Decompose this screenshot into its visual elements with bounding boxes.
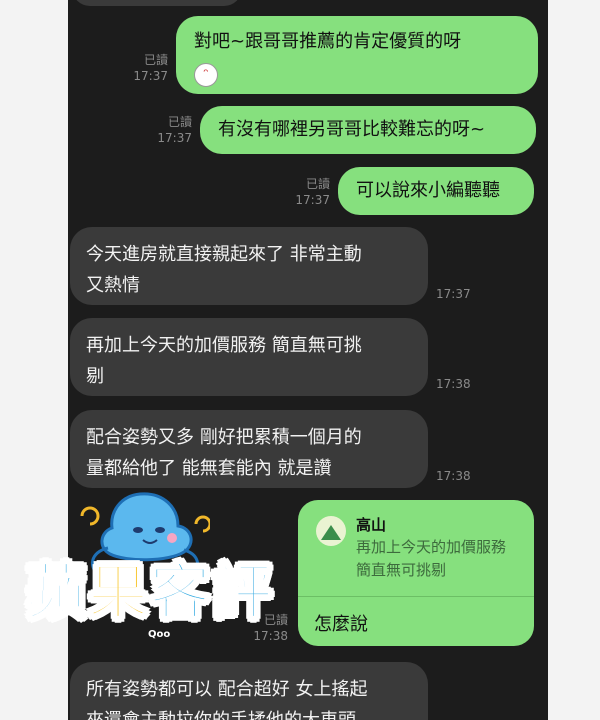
message-text: 怎麼說: [314, 614, 368, 635]
partial-message-bubble: [72, 0, 242, 6]
outgoing-message-bubble[interactable]: 有沒有哪裡另哥哥比較難忘的呀~: [200, 106, 536, 154]
incoming-message-bubble[interactable]: 今天進房就直接親起來了 非常主動 又熱情: [70, 227, 428, 305]
incoming-message-bubble[interactable]: 配合姿勢又多 剛好把累積一個月的 量都給他了 能無套能內 就是讚: [70, 410, 428, 488]
message-text: 來還會主動拉你的手揉他的大車頭: [86, 705, 412, 720]
message-text: 再加上今天的加價服務 簡直無可挑: [86, 335, 362, 356]
read-receipt: 已讀 17:37: [157, 115, 192, 145]
quoted-message[interactable]: 高山 再加上今天的加價服務 簡直無可挑剔: [310, 512, 524, 592]
brand-logo: 蘋果客評 Qoo: [12, 488, 312, 648]
quoted-text: 再加上今天的加價服務 簡直無可挑剔: [356, 538, 507, 579]
message-text: 對吧~跟哥哥推薦的肯定優質的呀: [194, 31, 462, 52]
message-text: 有沒有哪裡另哥哥比較難忘的呀~: [218, 119, 486, 140]
sticker-icon: ᵔ: [194, 59, 520, 90]
incoming-message-bubble[interactable]: 再加上今天的加價服務 簡直無可挑 剔: [70, 318, 428, 396]
message-text: 量都給他了 能無套能內 就是讚: [86, 458, 332, 479]
message-text: 今天進房就直接親起來了 非常主動: [86, 244, 362, 265]
mountain-avatar-icon: [316, 516, 346, 546]
reply-divider: [298, 596, 534, 597]
logo-brand: Qoo: [148, 629, 171, 640]
logo-text: 蘋果客評: [25, 557, 274, 629]
message-text: 配合姿勢又多 剛好把累積一個月的: [86, 427, 362, 448]
incoming-message-bubble[interactable]: 所有姿勢都可以 配合超好 女上搖起 來還會主動拉你的手揉他的大車頭: [70, 662, 428, 720]
outgoing-message-bubble[interactable]: 可以說來小編聽聽: [338, 167, 534, 215]
read-receipt: 已讀 17:37: [133, 53, 168, 83]
outgoing-message-bubble[interactable]: 對吧~跟哥哥推薦的肯定優質的呀 ᵔ: [176, 16, 538, 94]
message-time: 17:38: [436, 469, 471, 483]
message-time: 17:37: [436, 287, 471, 301]
message-text: 可以說來小編聽聽: [356, 180, 500, 201]
read-receipt: 已讀 17:37: [295, 177, 330, 207]
message-text: 所有姿勢都可以 配合超好 女上搖起: [86, 679, 368, 700]
quoted-sender-name: 高山: [356, 516, 387, 534]
outgoing-reply-bubble[interactable]: 高山 再加上今天的加價服務 簡直無可挑剔 怎麼說: [298, 500, 534, 646]
message-text: 又熱情: [86, 275, 140, 296]
message-time: 17:38: [436, 377, 471, 391]
message-text: 剔: [86, 366, 104, 387]
